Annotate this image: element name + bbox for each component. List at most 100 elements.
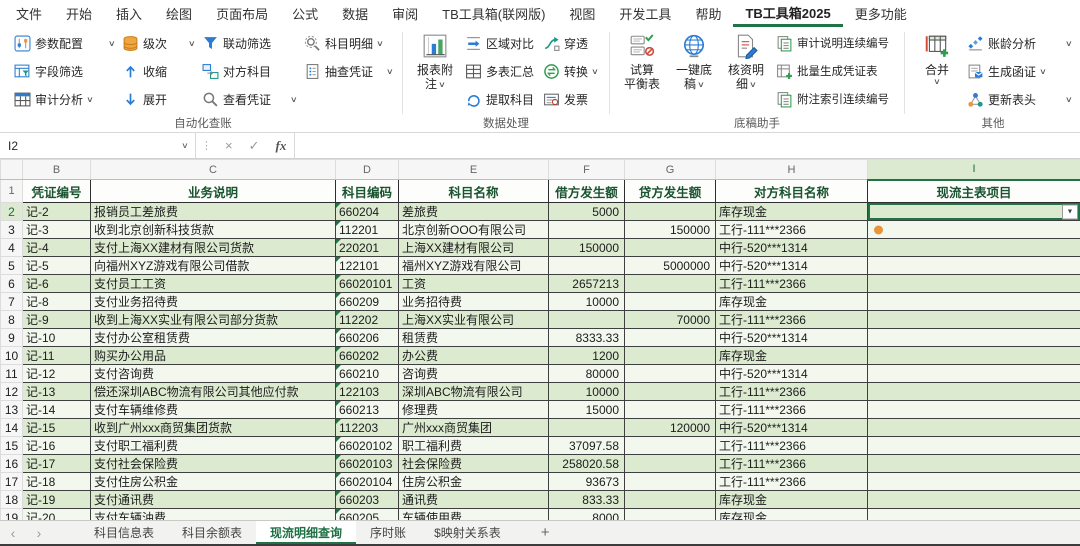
cell-F18[interactable]: 833.33 [549, 491, 625, 509]
ribbon-button-发票[interactable]: 发票 [539, 85, 603, 113]
cell-H2[interactable]: 库存现金 [716, 203, 868, 221]
menu-tab-TB工具箱2025[interactable]: TB工具箱2025 [733, 0, 842, 27]
menu-tab-文件[interactable]: 文件 [4, 0, 54, 27]
cell-B2[interactable]: 记-2 [23, 203, 91, 221]
row-header-13[interactable]: 13 [1, 401, 23, 419]
cell-D7[interactable]: 660209 [336, 293, 399, 311]
cell-H7[interactable]: 库存现金 [716, 293, 868, 311]
cell-G17[interactable] [625, 473, 716, 491]
cell-C3[interactable]: 收到北京创新科技货款 [91, 221, 336, 239]
sheet-tab-现流明细查询[interactable]: 现流明细查询 [256, 521, 356, 544]
cell-H17[interactable]: 工行-111***2366 [716, 473, 868, 491]
cell-B4[interactable]: 记-4 [23, 239, 91, 257]
row-header-11[interactable]: 11 [1, 365, 23, 383]
cell-F6[interactable]: 2657213 [549, 275, 625, 293]
cell-I7[interactable] [868, 293, 1080, 311]
column-header-B[interactable]: B [23, 160, 91, 180]
cell-F11[interactable]: 80000 [549, 365, 625, 383]
menu-tab-数据[interactable]: 数据 [330, 0, 380, 27]
ribbon-button-抽查凭证[interactable]: 抽查凭证∨ [300, 57, 396, 85]
cell-D11[interactable]: 660210 [336, 365, 399, 383]
cell-D8[interactable]: 112202 [336, 311, 399, 329]
ribbon-button-转换[interactable]: 转换∨ [539, 57, 603, 85]
ribbon-button-联动筛选[interactable]: 联动筛选 [198, 29, 300, 57]
cell-I4[interactable] [868, 239, 1080, 257]
cell-F12[interactable]: 10000 [549, 383, 625, 401]
table-column-header-D[interactable]: 科目编码 [336, 180, 399, 203]
cancel-button[interactable]: × [217, 133, 241, 158]
table-column-header-B[interactable]: 凭证编号 [23, 180, 91, 203]
cell-B13[interactable]: 记-14 [23, 401, 91, 419]
formula-input[interactable] [294, 133, 1080, 158]
row-header-6[interactable]: 6 [1, 275, 23, 293]
table-column-header-E[interactable]: 科目名称 [399, 180, 549, 203]
cell-F5[interactable] [549, 257, 625, 275]
cell-G19[interactable] [625, 509, 716, 521]
row-header-15[interactable]: 15 [1, 437, 23, 455]
cell-E16[interactable]: 社会保险费 [399, 455, 549, 473]
cell-B18[interactable]: 记-19 [23, 491, 91, 509]
cell-B10[interactable]: 记-11 [23, 347, 91, 365]
ribbon-button-区域对比[interactable]: 区域对比 [461, 29, 539, 57]
cell-E10[interactable]: 办公费 [399, 347, 549, 365]
cell-B9[interactable]: 记-10 [23, 329, 91, 347]
table-column-header-H[interactable]: 对方科目名称 [716, 180, 868, 203]
cell-I14[interactable] [868, 419, 1080, 437]
cell-E2[interactable]: 差旅费 [399, 203, 549, 221]
ribbon-button-级次[interactable]: 级次∨ [118, 29, 198, 57]
ribbon-button-查看凭证[interactable]: 查看凭证∨ [198, 85, 300, 113]
row-header-10[interactable]: 10 [1, 347, 23, 365]
cell-F2[interactable]: 5000 [549, 203, 625, 221]
table-column-header-I[interactable]: 现流主表项目 [868, 180, 1080, 203]
sheet-tab-序时账[interactable]: 序时账 [356, 521, 420, 544]
cell-H11[interactable]: 中行-520***1314 [716, 365, 868, 383]
cell-G6[interactable] [625, 275, 716, 293]
column-header-F[interactable]: F [549, 160, 625, 180]
select-all-corner[interactable] [1, 160, 23, 180]
cell-C16[interactable]: 支付社会保险费 [91, 455, 336, 473]
cell-B19[interactable]: 记-20 [23, 509, 91, 521]
cell-C5[interactable]: 向福州XYZ游戏有限公司借款 [91, 257, 336, 275]
menu-tab-审阅[interactable]: 审阅 [380, 0, 430, 27]
cell-B17[interactable]: 记-18 [23, 473, 91, 491]
cell-H8[interactable]: 工行-111***2366 [716, 311, 868, 329]
row-header-12[interactable]: 12 [1, 383, 23, 401]
cell-G15[interactable] [625, 437, 716, 455]
column-header-I[interactable]: I [868, 160, 1080, 180]
cell-D18[interactable]: 660203 [336, 491, 399, 509]
cell-E9[interactable]: 租赁费 [399, 329, 549, 347]
cell-D16[interactable]: 66020103 [336, 455, 399, 473]
cell-H16[interactable]: 工行-111***2366 [716, 455, 868, 473]
data-validation-dropdown-button[interactable]: ▼ [1062, 204, 1078, 219]
cell-G18[interactable] [625, 491, 716, 509]
cell-E14[interactable]: 广州xxx商贸集团 [399, 419, 549, 437]
cell-H19[interactable]: 库存现金 [716, 509, 868, 521]
cell-H5[interactable]: 中行-520***1314 [716, 257, 868, 275]
cell-D2[interactable]: 660204 [336, 203, 399, 221]
cell-I17[interactable] [868, 473, 1080, 491]
ribbon-button-科目明细[interactable]: 科目明细∨ [300, 29, 396, 57]
cell-B12[interactable]: 记-13 [23, 383, 91, 401]
cell-G2[interactable] [625, 203, 716, 221]
cell-D12[interactable]: 122103 [336, 383, 399, 401]
cell-D17[interactable]: 66020104 [336, 473, 399, 491]
cell-F16[interactable]: 258020.58 [549, 455, 625, 473]
ribbon-button-穿透[interactable]: 穿透 [539, 29, 603, 57]
cell-E13[interactable]: 修理费 [399, 401, 549, 419]
cell-D9[interactable]: 660206 [336, 329, 399, 347]
menu-tab-绘图[interactable]: 绘图 [154, 0, 204, 27]
cell-E15[interactable]: 职工福利费 [399, 437, 549, 455]
menu-tab-开始[interactable]: 开始 [54, 0, 104, 27]
ribbon-button-核资明细[interactable]: 核资明细∨ [720, 29, 772, 92]
cell-F19[interactable]: 8000 [549, 509, 625, 521]
cell-I16[interactable] [868, 455, 1080, 473]
ribbon-button-账龄分析[interactable]: 账龄分析∨ [963, 29, 1075, 57]
ribbon-button-提取科目[interactable]: 提取科目 [461, 85, 539, 113]
cell-C17[interactable]: 支付住房公积金 [91, 473, 336, 491]
cell-B5[interactable]: 记-5 [23, 257, 91, 275]
cell-D15[interactable]: 66020102 [336, 437, 399, 455]
cell-G12[interactable] [625, 383, 716, 401]
cell-B6[interactable]: 记-6 [23, 275, 91, 293]
cell-I11[interactable] [868, 365, 1080, 383]
cell-C4[interactable]: 支付上海XX建材有限公司货款 [91, 239, 336, 257]
